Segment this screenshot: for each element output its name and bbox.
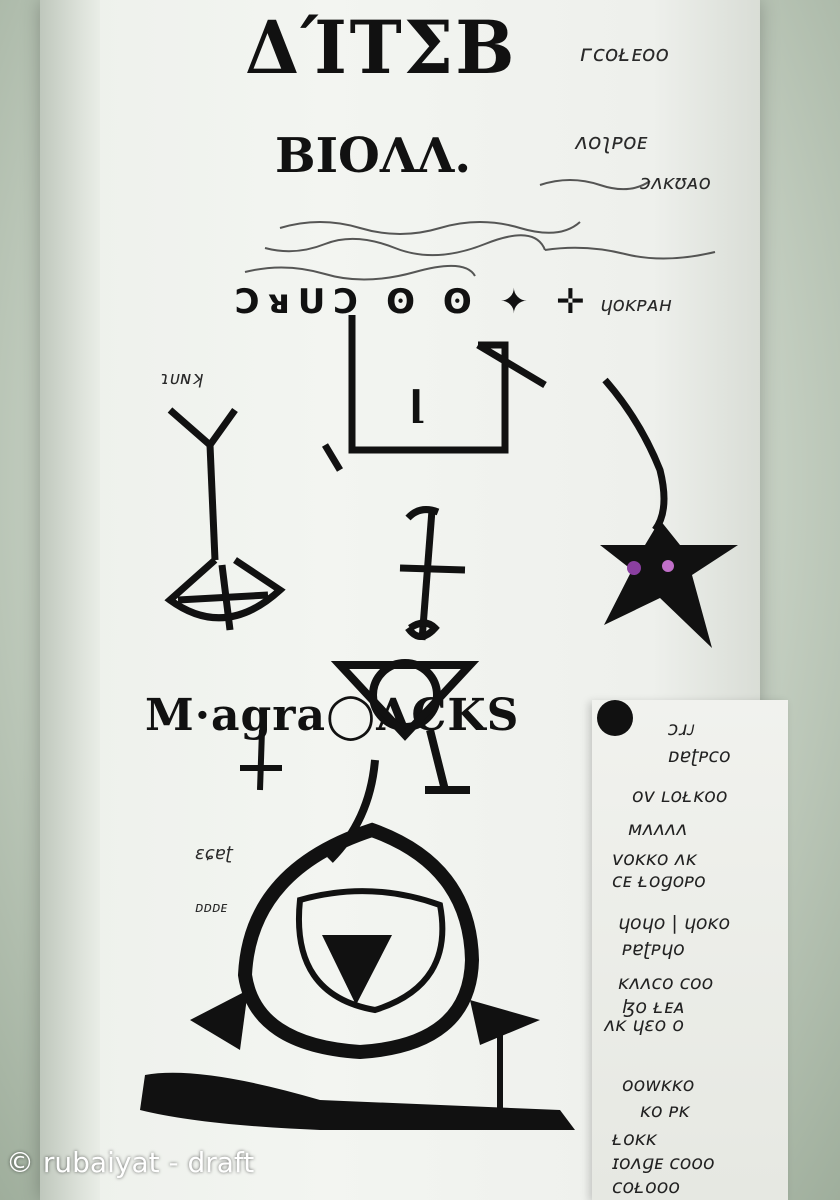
note-line: ᴍᴧᴧᴧᴧ: [628, 818, 688, 840]
note-line: ɔɹᴊ: [668, 718, 695, 740]
note-line: ᴄᴏᴌᴏᴏᴏ: [612, 1176, 681, 1198]
note-line: ᴧᴋ ɥɛᴏ ᴏ: [604, 1014, 684, 1036]
note-line: ᴘɐʈᴘɥᴏ: [622, 938, 685, 960]
note-line: ᴋᴧᴧᴄᴏ ᴄᴏᴏ: [618, 972, 714, 994]
note-line: ᴋᴏ ᴘᴋ: [640, 1100, 690, 1122]
watermark-text: © rubaiyat - draft: [6, 1146, 255, 1179]
note-line: ᴏᴠ ʟᴏᴌᴋᴏᴏ: [632, 785, 728, 807]
small-cross-left: [240, 729, 282, 791]
star-sigil: [600, 377, 738, 648]
ink-dot: [597, 700, 633, 736]
teardrop-sigil: [140, 759, 575, 1130]
note-line: ɥᴏɥᴏ | ɥᴏᴋᴏ: [618, 912, 731, 934]
pendulum-sigil: [164, 407, 286, 631]
cross-sigil: [399, 506, 466, 641]
square-numeral: ⌊: [408, 382, 426, 427]
note-line: ɪᴏᴧɡᴇ ᴄᴏᴏᴏ: [612, 1152, 715, 1174]
scribble-lines: [244, 179, 716, 281]
note-line: ᴅɐʈᴘᴄᴏ: [668, 745, 731, 767]
note-line: ᴄᴇ ᴌᴏɡᴏᴘᴏ: [612, 870, 706, 892]
square-sigil: [321, 315, 547, 472]
sigil-drawings: ⌊: [140, 179, 738, 1130]
circle-triangle-sigil: [330, 659, 480, 794]
note-line: ᴏᴏᴡᴋᴋᴏ: [622, 1074, 695, 1096]
note-line: ᴠᴏᴋᴋᴏ ᴧᴋ: [612, 848, 697, 870]
note-line: ᴌᴏᴋᴋ: [612, 1128, 657, 1150]
